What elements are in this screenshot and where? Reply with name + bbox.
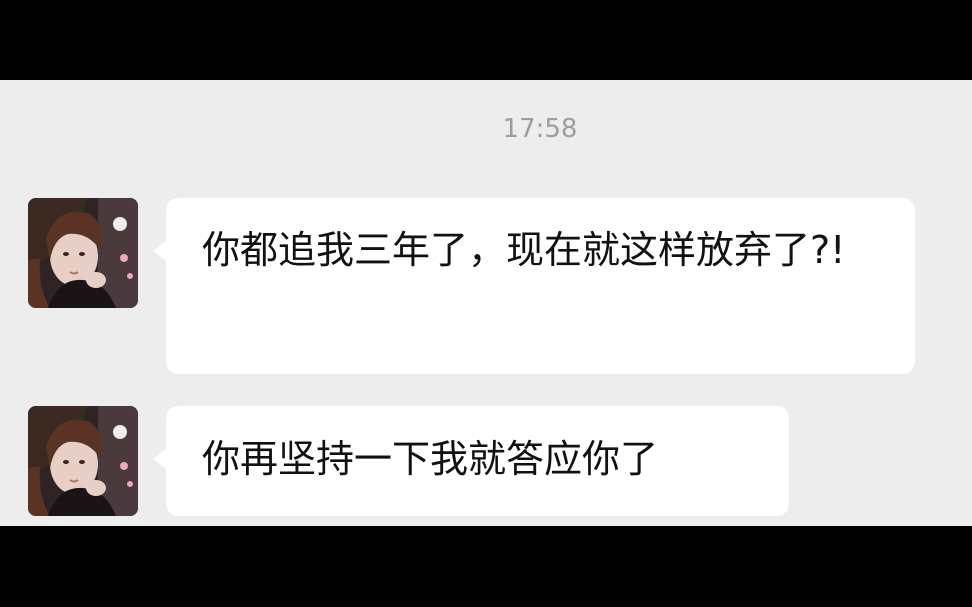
contact-avatar[interactable] xyxy=(28,198,138,308)
bubble-tail xyxy=(153,448,167,470)
contact-avatar[interactable] xyxy=(28,406,138,516)
avatar-photo-icon xyxy=(28,406,138,516)
message-text: 你都追我三年了，现在就这样放弃了?! xyxy=(202,228,846,272)
message-text: 你再坚持一下我就答应你了 xyxy=(202,437,659,481)
message-bubble[interactable]: 你再坚持一下我就答应你了 xyxy=(153,406,789,516)
message-bubble[interactable]: 你都追我三年了，现在就这样放弃了?! xyxy=(153,198,915,374)
message-timestamp: 17:58 xyxy=(502,114,578,144)
letterbox-bottom xyxy=(0,526,972,607)
avatar-photo-icon xyxy=(28,198,138,308)
chat-area[interactable]: 17:58 你都追我三年了，现在就这样放弃了?! 你再坚持一下我就答应你了 xyxy=(0,80,972,526)
letterbox-top xyxy=(0,0,972,80)
bubble-tail xyxy=(153,240,167,262)
